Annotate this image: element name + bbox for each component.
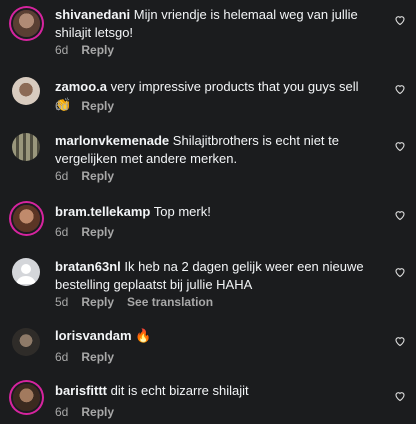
avatar[interactable]	[12, 133, 40, 161]
like-heart-icon[interactable]	[394, 266, 406, 278]
comment-age: 6d	[55, 225, 69, 239]
avatar[interactable]	[12, 258, 40, 286]
comment-text: lorisvandam 🔥	[55, 327, 375, 345]
default-user-icon	[16, 264, 36, 284]
comment-age: 6d	[55, 99, 69, 113]
comment-meta: 6d Reply	[55, 225, 114, 239]
reply-button[interactable]: Reply	[81, 43, 114, 57]
comment-age: 6d	[55, 169, 69, 183]
comment-age: 6d	[55, 405, 69, 419]
avatar[interactable]	[12, 77, 40, 105]
comment-text: shivanedani Mijn vriendje is helemaal we…	[55, 6, 375, 42]
comment-body: Top merk!	[153, 204, 211, 219]
comment-meta: 6d Reply	[55, 405, 114, 419]
see-translation-button[interactable]: See translation	[127, 295, 213, 309]
comment-meta: 6d Reply	[55, 99, 114, 113]
comment-username[interactable]: shivanedani	[55, 7, 130, 22]
reply-button[interactable]: Reply	[81, 405, 114, 419]
comment-meta: 6d Reply	[55, 43, 114, 57]
comment-username[interactable]: barisfittt	[55, 383, 107, 398]
reply-button[interactable]: Reply	[81, 225, 114, 239]
avatar[interactable]	[13, 205, 40, 232]
comment-meta: 6d Reply	[55, 169, 114, 183]
avatar[interactable]	[12, 328, 40, 356]
comment-username[interactable]: bram.tellekamp	[55, 204, 150, 219]
comment-meta: 5d Reply See translation	[55, 295, 213, 309]
reply-button[interactable]: Reply	[81, 295, 114, 309]
like-heart-icon[interactable]	[394, 83, 406, 95]
comment-meta: 6d Reply	[55, 350, 114, 364]
comment-age: 6d	[55, 43, 69, 57]
comment-list: shivanedani Mijn vriendje is helemaal we…	[0, 0, 416, 424]
like-heart-icon[interactable]	[394, 209, 406, 221]
comment-username[interactable]: bratan63nl	[55, 259, 121, 274]
comment-username[interactable]: marlonvkemenade	[55, 133, 169, 148]
comment-text: marlonvkemenade Shilajitbrothers is echt…	[55, 132, 375, 168]
comment-text: barisfittt dit is echt bizarre shilajit	[55, 382, 375, 400]
comment-username[interactable]: zamoo.a	[55, 79, 107, 94]
like-heart-icon[interactable]	[394, 14, 406, 26]
like-heart-icon[interactable]	[394, 390, 406, 402]
comment-username[interactable]: lorisvandam	[55, 328, 132, 343]
comment-body: dit is echt bizarre shilajit	[110, 383, 249, 398]
avatar[interactable]	[13, 10, 40, 37]
reply-button[interactable]: Reply	[81, 99, 114, 113]
avatar[interactable]	[13, 384, 40, 411]
like-heart-icon[interactable]	[394, 335, 406, 347]
reply-button[interactable]: Reply	[81, 169, 114, 183]
comment-body: very impressive products that you guys s…	[110, 79, 359, 94]
fire-emoji: 🔥	[135, 328, 152, 343]
comment-age: 6d	[55, 350, 69, 364]
reply-button[interactable]: Reply	[81, 350, 114, 364]
comment-text: bram.tellekamp Top merk!	[55, 203, 375, 221]
like-heart-icon[interactable]	[394, 140, 406, 152]
comment-age: 5d	[55, 295, 69, 309]
comment-text: bratan63nl Ik heb na 2 dagen gelijk weer…	[55, 258, 375, 294]
